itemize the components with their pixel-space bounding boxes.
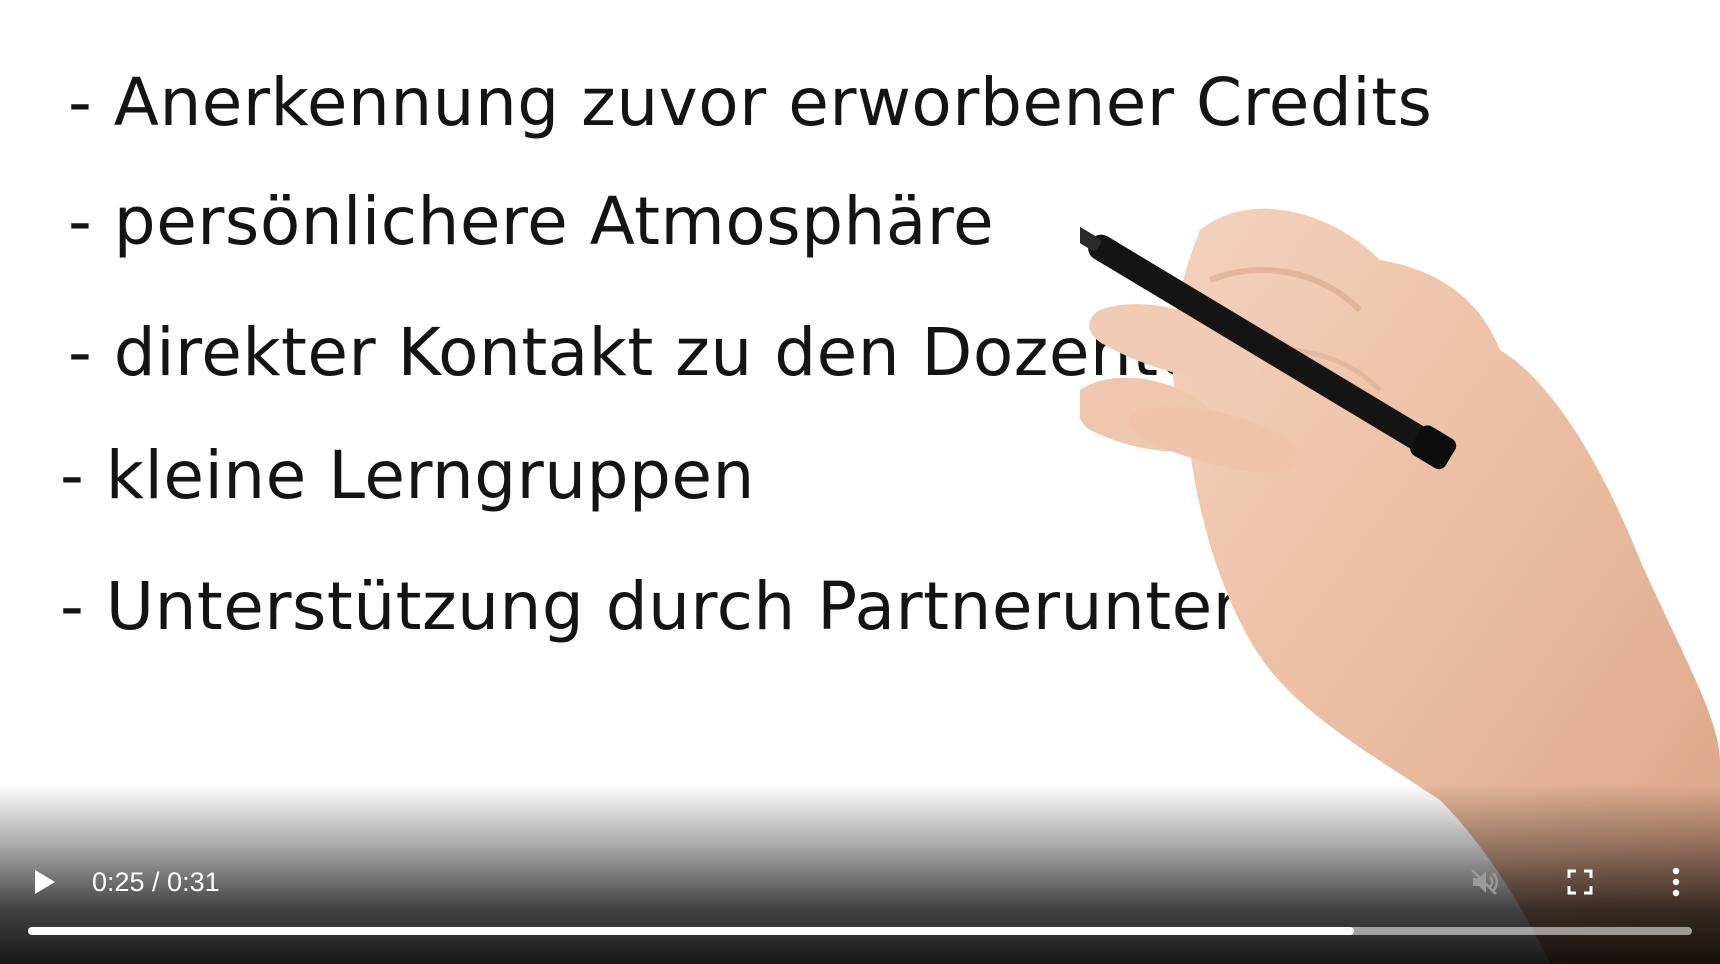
- more-vertical-icon: [1672, 867, 1680, 897]
- video-controls: 0:25 / 0:31: [0, 824, 1720, 964]
- video-player[interactable]: - Anerkennung zuvor erworbener Credits -…: [0, 0, 1720, 964]
- video-text-line-1: - Anerkennung zuvor erworbener Credits: [68, 64, 1433, 141]
- fullscreen-icon: [1567, 869, 1593, 895]
- time-display: 0:25 / 0:31: [92, 867, 220, 897]
- video-text-line-4: - kleine Lerngruppen: [60, 437, 755, 514]
- play-icon: [35, 870, 55, 894]
- more-options-button[interactable]: [1652, 858, 1700, 906]
- muted-icon: [1471, 869, 1498, 895]
- mute-button[interactable]: [1460, 858, 1508, 906]
- video-text-line-3: - direkter Kontakt zu den Dozenten: [68, 314, 1243, 391]
- video-text-line-2: - persönlichere Atmosphäre: [68, 183, 995, 260]
- fullscreen-button[interactable]: [1556, 858, 1604, 906]
- controls-row: 0:25 / 0:31: [0, 854, 1720, 910]
- progress-bar[interactable]: [28, 927, 1692, 935]
- play-button[interactable]: [22, 860, 66, 904]
- progress-bar-fill: [28, 927, 1354, 935]
